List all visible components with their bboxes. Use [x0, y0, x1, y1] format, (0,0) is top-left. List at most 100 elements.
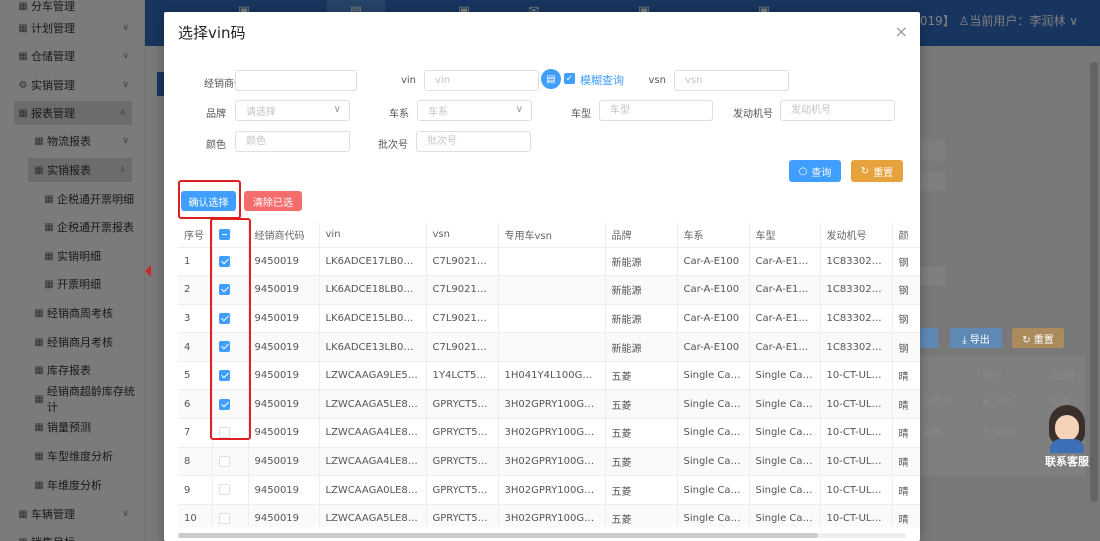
customer-service-widget[interactable]: 联系客服 [1040, 405, 1094, 468]
table-row[interactable]: 3 9450019 LK6ADCE15LB005207 C7L9021KDG 新能源 Ca… [178, 304, 920, 334]
cell-model: Single Cab-... [749, 504, 821, 527]
cell-dealer: 9450019 [248, 247, 320, 277]
cell-dealer: 9450019 [248, 418, 320, 448]
cell-brand: 新能源 [605, 332, 678, 362]
cell-vin: LZWCAAGA5LE8758... [319, 389, 427, 420]
row-checkbox[interactable] [218, 341, 230, 353]
table-row[interactable]: 2 9450019 LK6ADCE18LB005914 C7L9021KDG 新能源 Ca… [178, 275, 920, 305]
clear-selection-button[interactable]: 清除已选 [244, 191, 302, 211]
model-input[interactable] [599, 100, 713, 121]
vsn-label: vsn [648, 75, 666, 86]
col-header-series: 车系 [677, 222, 750, 248]
cell-select[interactable] [212, 275, 249, 305]
cell-brand: 五菱 [605, 447, 678, 477]
fuzzy-query-checkbox[interactable]: ✓ [564, 73, 575, 84]
confirm-selection-button[interactable]: 确认选择 [181, 191, 236, 211]
cell-vin: LK6ADCE15LB005207 [319, 304, 427, 334]
row-checkbox[interactable] [218, 312, 230, 324]
cell-vsn: C7L9021KDG [426, 247, 499, 277]
series-select[interactable]: 车系 ∨ [417, 100, 532, 121]
cell-select[interactable] [212, 447, 249, 477]
vin-input[interactable] [424, 70, 539, 91]
table-row[interactable]: 5 9450019 LZWCAAGA9LE5059... 1Y4LCT5A5G 1H04… [178, 361, 920, 391]
cell-select[interactable] [212, 361, 249, 391]
bg-col-district: 区/县 [1052, 370, 1076, 381]
cell-special-vsn: 3H02GPRY100GG10... [498, 389, 606, 420]
service-avatar-face [1055, 415, 1079, 441]
select-all-checkbox[interactable] [218, 228, 230, 240]
cell-no: 6 [178, 389, 213, 420]
bg-cell-city: 北京市 [922, 398, 952, 409]
cell-engine: 10-CT-ULC... [820, 447, 893, 477]
close-icon[interactable]: × [895, 22, 908, 41]
cell-select[interactable] [212, 504, 249, 527]
cell-dealer: 9450019 [248, 447, 320, 477]
cell-vsn: GPRYCT5A... [426, 475, 499, 505]
table-row[interactable]: 8 9450019 LZWCAAGA4LE8758... GPRYCT5A... 3H0… [178, 447, 920, 477]
table-scrollbar-thumb[interactable] [178, 533, 818, 538]
cell-engine: 10-CT-ULC... [820, 389, 893, 420]
chevron-down-icon: ∨ [333, 104, 341, 115]
cell-dealer: 9450019 [248, 304, 320, 334]
vin-table: 序号 经销商代码 vin vsn 专用车vsn 品牌 车系 车型 发动机号 颜 … [178, 222, 920, 527]
cell-color: 钢 [892, 304, 920, 334]
cell-select[interactable] [212, 418, 249, 448]
row-checkbox[interactable] [218, 255, 230, 267]
table-row[interactable]: 4 9450019 LK6ADCE13LB004167 C7L9021KDG 新能源 Ca… [178, 332, 920, 362]
cell-model: Car-A-E100... [749, 304, 821, 334]
cell-no: 10 [178, 504, 213, 527]
table-row[interactable]: 7 9450019 LZWCAAGA4LE8758... GPRYCT5A... 3H0… [178, 418, 920, 448]
cell-special-vsn: 3H02GPRY100GG10... [498, 447, 606, 477]
cell-select[interactable] [212, 475, 249, 505]
bg-cell-city: 北京市 [982, 398, 1012, 409]
series-select-placeholder: 车系 [428, 107, 448, 118]
dealer-code-input[interactable] [235, 70, 357, 91]
row-checkbox[interactable] [218, 455, 230, 467]
fuzzy-query-label[interactable]: 模糊查询 [580, 72, 624, 88]
row-checkbox[interactable] [218, 398, 230, 410]
batch-no-input[interactable] [416, 131, 531, 152]
row-checkbox[interactable] [218, 512, 230, 524]
cell-vin: LZWCAAGA0LE8758... [319, 475, 427, 505]
sidebar-collapse-arrow[interactable] [145, 265, 151, 277]
engine-no-input[interactable] [780, 100, 895, 121]
color-label: 颜色 [206, 140, 226, 151]
query-button[interactable]: ○ 查询 [789, 160, 841, 182]
cell-select[interactable] [212, 247, 249, 277]
table-row[interactable]: 9 9450019 LZWCAAGA0LE8758... GPRYCT5A... 3H0… [178, 475, 920, 505]
table-horizontal-scrollbar[interactable] [178, 533, 906, 538]
bg-col-city: 城市 [982, 370, 1002, 381]
cell-dealer: 9450019 [248, 389, 320, 420]
bg-cell-city: 京市 [922, 428, 942, 439]
cell-select[interactable] [212, 304, 249, 334]
cell-special-vsn: 3H02GPRY100GG10... [498, 418, 606, 448]
reset-button[interactable]: ↻ 重置 [851, 160, 903, 182]
table-row[interactable]: 10 9450019 LZWCAAGA5LE8758... GPRYCT5A... 3H… [178, 504, 920, 527]
row-checkbox[interactable] [218, 484, 230, 496]
cell-series: Single Cab-... [677, 418, 750, 448]
cell-engine: 10-CT-ULC... [820, 504, 893, 527]
cell-brand: 五菱 [605, 389, 678, 420]
row-checkbox[interactable] [218, 369, 230, 381]
cell-select[interactable] [212, 389, 249, 420]
brand-select[interactable]: 请选择 ∨ [235, 100, 350, 121]
col-header-select[interactable] [212, 222, 249, 248]
cell-model: Car-A-E100... [749, 275, 821, 305]
row-checkbox[interactable] [218, 427, 230, 439]
cell-engine: 1C8330200... [820, 275, 893, 305]
cell-vin: LZWCAAGA4LE8758... [319, 447, 427, 477]
cell-no: 7 [178, 418, 213, 448]
cell-engine: 1C8330200... [820, 304, 893, 334]
table-row[interactable]: 6 9450019 LZWCAAGA5LE8758... GPRYCT5A... 3H0… [178, 389, 920, 420]
cell-no: 4 [178, 332, 213, 362]
vsn-input[interactable] [674, 70, 789, 91]
bg-reset-button: ↻ 重置 [1012, 328, 1064, 348]
color-input[interactable] [235, 131, 350, 152]
cell-vsn: 1Y4LCT5A5G [426, 361, 499, 391]
vin-batch-import-icon[interactable]: ▤ [541, 69, 561, 89]
table-row[interactable]: 1 9450019 LK6ADCE17LB004205 C7L9021KDG 新能源 Ca… [178, 247, 920, 277]
cell-color: 晴 [892, 475, 920, 505]
cell-model: Single Cab-... [749, 475, 821, 505]
row-checkbox[interactable] [218, 284, 230, 296]
cell-select[interactable] [212, 332, 249, 362]
